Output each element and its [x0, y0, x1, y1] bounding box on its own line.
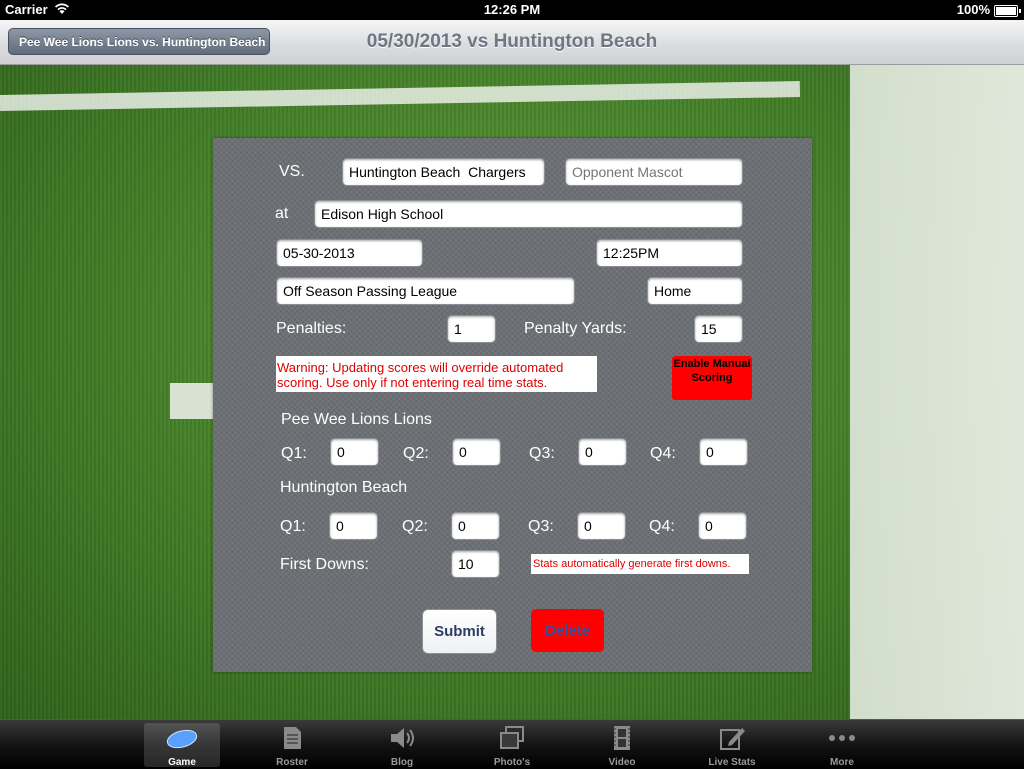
- tab-game[interactable]: Game: [144, 723, 220, 768]
- back-button-label: Pee Wee Lions Lions vs. Huntington Beach: [19, 35, 266, 49]
- edit-icon: [694, 725, 770, 753]
- sideline: [850, 65, 1024, 719]
- football-icon: [144, 725, 220, 753]
- tab-label: Live Stats: [708, 757, 756, 768]
- game-edit-form: VS. at Penalties: Penalty Yards: Warning…: [213, 138, 812, 672]
- league-input[interactable]: [276, 277, 575, 305]
- date-input[interactable]: [276, 239, 423, 267]
- home-q3-input[interactable]: [578, 438, 627, 466]
- score-override-warning: Warning: Updating scores will override a…: [276, 356, 597, 392]
- document-icon: [254, 725, 330, 753]
- away-q2-input[interactable]: [451, 512, 500, 540]
- first-downs-label: First Downs:: [280, 556, 369, 573]
- time-input[interactable]: [596, 239, 743, 267]
- tab-photos[interactable]: Photo's: [474, 723, 550, 768]
- penalty-yards-label: Penalty Yards:: [524, 320, 627, 337]
- home-q1-label: Q1:: [281, 445, 307, 462]
- battery-percent: 100%: [956, 2, 990, 17]
- battery-icon: [994, 5, 1021, 17]
- tab-label: Roster: [276, 757, 308, 768]
- away-q3-input[interactable]: [577, 512, 626, 540]
- penalties-label: Penalties:: [276, 320, 347, 337]
- away-team-label: Huntington Beach: [280, 479, 408, 496]
- opponent-name-input[interactable]: [342, 158, 545, 186]
- tab-label: Photo's: [493, 757, 531, 768]
- home-q2-label: Q2:: [403, 445, 429, 462]
- back-button[interactable]: Pee Wee Lions Lions vs. Huntington Beach: [8, 28, 270, 55]
- more-icon: [804, 725, 880, 753]
- away-q3-label: Q3:: [528, 518, 554, 535]
- submit-button[interactable]: Submit: [422, 609, 497, 654]
- tab-label: Video: [608, 757, 636, 768]
- photos-icon: [474, 725, 550, 753]
- first-downs-input[interactable]: [451, 550, 500, 578]
- tab-more[interactable]: More: [804, 723, 880, 768]
- away-q2-label: Q2:: [402, 518, 428, 535]
- at-label: at: [275, 205, 289, 222]
- home-q2-input[interactable]: [452, 438, 501, 466]
- away-q1-label: Q1:: [280, 518, 306, 535]
- home-q1-input[interactable]: [330, 438, 379, 466]
- tab-live-stats[interactable]: Live Stats: [694, 723, 770, 768]
- home-team-label: Pee Wee Lions Lions: [281, 411, 432, 428]
- first-downs-note: Stats automatically generate first downs…: [531, 554, 749, 574]
- home-q3-label: Q3:: [529, 445, 555, 462]
- penalties-input[interactable]: [447, 315, 496, 343]
- enable-manual-scoring-button[interactable]: Enable Manual Scoring: [672, 356, 752, 400]
- film-icon: [584, 725, 660, 753]
- opponent-mascot-input[interactable]: [565, 158, 743, 186]
- status-bar: Carrier 12:26 PM 100%: [0, 0, 1024, 20]
- home-q4-input[interactable]: [699, 438, 748, 466]
- away-q4-input[interactable]: [698, 512, 747, 540]
- tab-label: More: [830, 757, 854, 768]
- penalty-yards-input[interactable]: [694, 315, 743, 343]
- hash-mark: [170, 383, 215, 419]
- vs-label: VS.: [279, 163, 305, 180]
- clock: 12:26 PM: [483, 2, 541, 17]
- speaker-icon: [364, 725, 440, 753]
- tab-blog[interactable]: Blog: [364, 723, 440, 768]
- yard-line: [0, 81, 801, 111]
- delete-button[interactable]: Delete: [531, 609, 604, 652]
- home-q4-label: Q4:: [650, 445, 676, 462]
- tab-video[interactable]: Video: [584, 723, 660, 768]
- tab-bar: Game Roster Blog Photo's Video Live Stat…: [0, 719, 1024, 769]
- tab-label: Game: [168, 757, 196, 768]
- away-q1-input[interactable]: [329, 512, 378, 540]
- tab-roster[interactable]: Roster: [254, 723, 330, 768]
- location-input[interactable]: [314, 200, 743, 228]
- nav-bar: 05/30/2013 vs Huntington Beach Pee Wee L…: [0, 20, 1024, 65]
- home-away-input[interactable]: [647, 277, 743, 305]
- tab-label: Blog: [390, 757, 414, 768]
- away-q4-label: Q4:: [649, 518, 675, 535]
